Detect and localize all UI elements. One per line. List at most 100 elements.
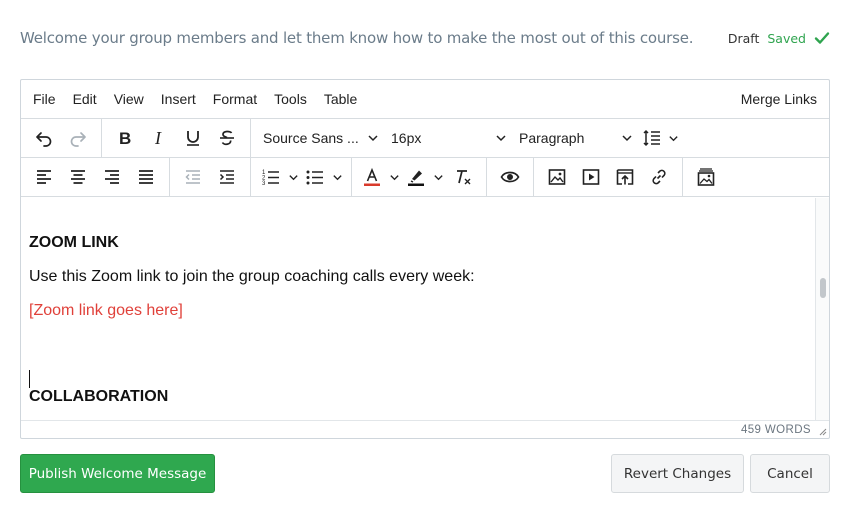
editor-menubar: File Edit View Insert Format Tools Table… [21, 80, 829, 119]
toolbar-row-2: 123 [21, 158, 829, 197]
menu-view[interactable]: View [114, 91, 144, 107]
menu-edit[interactable]: Edit [73, 91, 97, 107]
undo-button[interactable] [27, 123, 61, 153]
insert-embed-button[interactable] [608, 162, 642, 192]
highlight-button[interactable] [402, 162, 430, 192]
text-color-button[interactable] [358, 162, 386, 192]
menu-table[interactable]: Table [324, 91, 357, 107]
text-cursor [29, 370, 30, 388]
publish-button[interactable]: Publish Welcome Message [20, 454, 215, 493]
merge-links-menu[interactable]: Merge Links [741, 91, 817, 107]
italic-button[interactable]: I [142, 123, 176, 153]
numbered-list-button[interactable]: 123 [257, 162, 285, 192]
highlight-icon [408, 170, 424, 186]
clear-formatting-button[interactable] [446, 162, 480, 192]
draft-label: Draft [727, 30, 760, 46]
font-group: Source Sans ... 16px Paragraph [251, 119, 687, 157]
numbered-list-dropdown[interactable] [285, 162, 301, 192]
collaboration-heading: COLLABORATION [29, 388, 169, 405]
numbered-list-split[interactable]: 123 [257, 162, 301, 192]
menu-format[interactable]: Format [213, 91, 257, 107]
align-right-button[interactable] [95, 162, 129, 192]
align-left-icon [37, 170, 51, 184]
editor-scrollbar[interactable] [815, 198, 829, 420]
text-style-group: B I [102, 119, 251, 157]
chevron-down-icon [496, 135, 506, 142]
underline-icon [187, 131, 199, 146]
chevron-down-icon [668, 135, 678, 141]
text-color-icon [364, 167, 380, 186]
outdent-button[interactable] [176, 162, 210, 192]
align-center-button[interactable] [61, 162, 95, 192]
font-size-value: 16px [391, 130, 422, 146]
chevron-down-icon [389, 174, 399, 180]
scrollbar-thumb[interactable] [820, 278, 826, 298]
line-height-button[interactable] [639, 123, 665, 153]
strikethrough-button[interactable] [210, 123, 244, 153]
menu-file[interactable]: File [33, 91, 56, 107]
resize-handle-icon[interactable] [817, 426, 827, 436]
block-format-select[interactable]: Paragraph [513, 123, 639, 153]
editor-content[interactable]: ZOOM LINK Use this Zoom link to join the… [21, 198, 829, 420]
line-height-select[interactable] [639, 123, 681, 153]
bullet-list-split[interactable] [301, 162, 345, 192]
insert-gallery-button[interactable] [689, 162, 723, 192]
svg-text:I: I [154, 128, 162, 148]
chevron-down-icon [622, 135, 632, 142]
redo-button[interactable] [61, 123, 95, 153]
bullet-list-icon [306, 170, 323, 185]
rich-text-editor[interactable]: File Edit View Insert Format Tools Table… [20, 79, 830, 439]
list-group: 123 [251, 158, 352, 196]
line-height-icon [643, 129, 660, 147]
underline-button[interactable] [176, 123, 210, 153]
insert-image-button[interactable] [540, 162, 574, 192]
cancel-button[interactable]: Cancel [750, 454, 830, 493]
strikethrough-icon [220, 130, 234, 146]
menu-insert[interactable]: Insert [161, 91, 196, 107]
indent-icon [219, 170, 234, 184]
outdent-icon [185, 170, 200, 184]
preview-icon [500, 171, 520, 183]
bullet-list-button[interactable] [301, 162, 329, 192]
page-description: Welcome your group members and let them … [20, 29, 694, 47]
preview-button[interactable] [493, 162, 527, 192]
font-family-select[interactable]: Source Sans ... [257, 123, 385, 153]
insert-video-button[interactable] [574, 162, 608, 192]
text-color-split[interactable] [358, 162, 402, 192]
highlight-dropdown[interactable] [430, 162, 446, 192]
chevron-down-icon [433, 174, 443, 180]
color-group [352, 158, 487, 196]
gallery-icon [697, 168, 715, 186]
zoom-link-placeholder[interactable]: [Zoom link goes here] [29, 302, 183, 320]
zoom-paragraph: Use this Zoom link to join the group coa… [29, 268, 475, 285]
text-color-dropdown[interactable] [386, 162, 402, 192]
zoom-heading: ZOOM LINK [29, 234, 119, 251]
menu-tools[interactable]: Tools [274, 91, 307, 107]
align-right-icon [105, 170, 119, 184]
media-group [534, 158, 683, 196]
bullet-list-dropdown[interactable] [329, 162, 345, 192]
italic-icon: I [154, 128, 162, 148]
line-height-dropdown[interactable] [665, 123, 681, 153]
redo-icon [70, 132, 86, 147]
font-size-select[interactable]: 16px [385, 123, 513, 153]
saved-label: Saved [767, 30, 806, 46]
chevron-down-icon [368, 135, 378, 142]
indent-button[interactable] [210, 162, 244, 192]
insert-link-button[interactable] [642, 162, 676, 192]
font-family-value: Source Sans ... [263, 130, 359, 146]
video-icon [582, 169, 600, 185]
numbered-list-icon: 123 [262, 170, 279, 187]
link-icon [652, 169, 666, 185]
svg-text:3: 3 [262, 181, 266, 187]
undo-icon [36, 132, 52, 147]
align-justify-button[interactable] [129, 162, 163, 192]
history-group [21, 119, 102, 157]
indent-group [170, 158, 251, 196]
align-left-button[interactable] [27, 162, 61, 192]
toolbar-row-1: B I Source Sans ... 16px Paragraph [21, 119, 829, 158]
highlight-split[interactable] [402, 162, 446, 192]
preview-group [487, 158, 534, 196]
revert-changes-button[interactable]: Revert Changes [611, 454, 744, 493]
bold-button[interactable]: B [108, 123, 142, 153]
